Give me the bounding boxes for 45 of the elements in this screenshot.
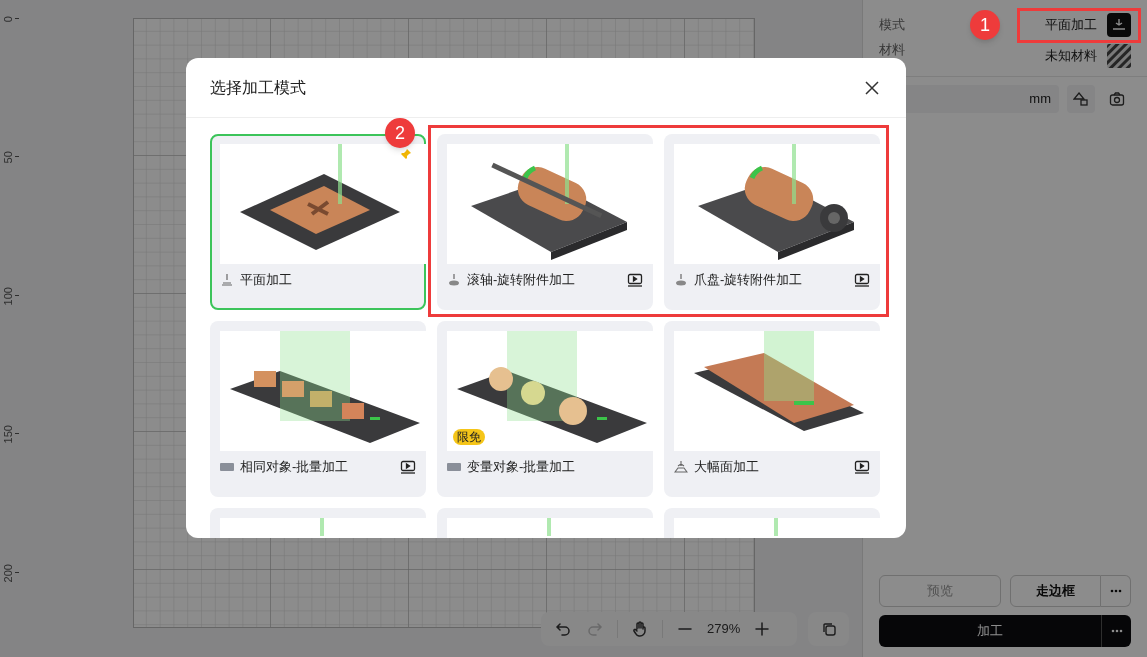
field-label: 模式 — [879, 16, 905, 35]
laser-icon — [674, 460, 688, 474]
ruler-label: 200 — [0, 563, 15, 585]
mode-card[interactable]: 滚轴-旋转附件加工 — [437, 134, 653, 310]
card-label: 大幅面加工 — [694, 458, 759, 477]
process-button[interactable]: 加工 — [879, 615, 1101, 647]
mode-card[interactable]: 爪盘-旋转附件加工 — [664, 134, 880, 310]
laser-icon — [220, 273, 234, 287]
mode-card[interactable]: 限免 变量对象-批量加工 — [437, 321, 653, 497]
card-label: 爪盘-旋转附件加工 — [694, 271, 803, 290]
action-button[interactable]: 走边框 — [1009, 575, 1101, 607]
copy-button[interactable] — [808, 612, 849, 646]
promo-badge: 限免 — [453, 429, 485, 445]
dialog-title: 选择加工模式 — [210, 77, 306, 98]
card-label: 滚轴-旋转附件加工 — [467, 271, 576, 290]
field-label: 材料 — [879, 43, 905, 57]
camera-icon — [1109, 91, 1125, 107]
laser-icon — [674, 273, 688, 287]
mode-card[interactable]: 相同对象-批量加工 — [210, 321, 426, 497]
beta-icon — [447, 460, 461, 474]
material-value: 未知材料 — [1045, 49, 1097, 63]
video-icon[interactable] — [854, 273, 870, 287]
laser-icon — [1107, 13, 1131, 37]
ruler-label: 50 — [0, 150, 15, 166]
video-icon[interactable] — [854, 460, 870, 474]
shapes-icon — [1073, 91, 1089, 107]
video-icon[interactable] — [627, 273, 643, 287]
card-label: 平面加工 — [240, 271, 292, 290]
laser-icon — [447, 273, 461, 287]
ruler-label: 150 — [0, 424, 15, 446]
ruler-label: 100 — [0, 286, 15, 308]
more-button[interactable] — [1101, 615, 1131, 647]
copy-icon — [820, 621, 837, 637]
hatch-icon — [1107, 44, 1131, 68]
more-icon — [1109, 589, 1122, 593]
beta-icon — [220, 460, 234, 474]
card-label: 相同对象-批量加工 — [240, 458, 349, 477]
card-label: 变量对象-批量加工 — [467, 458, 576, 477]
video-icon[interactable] — [400, 460, 416, 474]
more-icon — [1110, 629, 1123, 633]
shapes-button[interactable] — [1067, 85, 1095, 113]
mode-card[interactable]: 大幅面加工 — [664, 321, 880, 497]
ruler-label: 0 — [0, 15, 15, 25]
mode-value: 平面加工 — [1045, 16, 1097, 35]
zoom-level: 279% — [707, 620, 741, 639]
